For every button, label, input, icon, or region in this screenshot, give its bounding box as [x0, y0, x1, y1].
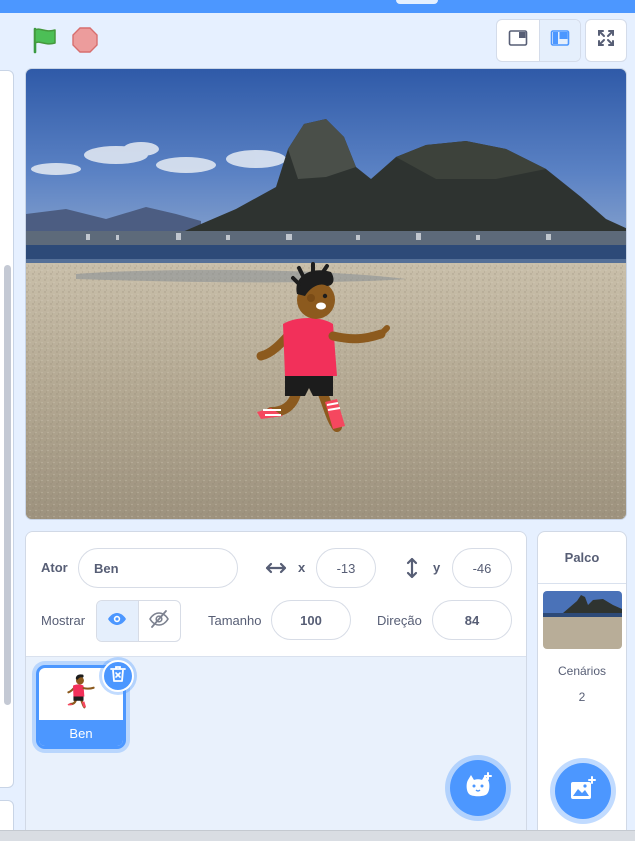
y-label: y [433, 560, 441, 575]
normal-stage-icon [550, 29, 570, 52]
sprite-tile-label: Ben [39, 720, 123, 746]
add-backdrop-button[interactable] [555, 763, 611, 819]
visibility-toggle [96, 600, 181, 642]
hide-sprite-button[interactable] [139, 601, 181, 641]
size-label: Tamanho [208, 613, 262, 628]
eye-icon [107, 612, 127, 631]
stage-canvas[interactable] [25, 68, 627, 520]
x-position-icon [264, 560, 288, 576]
stop-icon[interactable] [71, 26, 99, 54]
menu-tab[interactable] [396, 0, 438, 4]
show-sprite-button[interactable] [97, 601, 139, 641]
sprite-label: Ator [41, 560, 68, 575]
cat-plus-icon [463, 771, 493, 805]
stage-target-pane[interactable]: Palco Cenários 2 [537, 531, 627, 841]
x-label: x [298, 560, 306, 575]
add-sprite-button[interactable] [450, 760, 506, 816]
stage-panel-title: Palco [538, 532, 626, 584]
show-label: Mostrar [41, 613, 86, 628]
delete-sprite-button[interactable] [102, 660, 134, 692]
image-plus-icon [569, 775, 597, 807]
normal-stage-button[interactable] [538, 20, 580, 61]
direction-label: Direção [377, 613, 422, 628]
small-stage-button[interactable] [497, 20, 539, 61]
top-menu-bar [0, 0, 635, 13]
backdrop-thumbnail [543, 591, 622, 649]
y-position-icon [406, 556, 418, 580]
stage-backdrop-beach [26, 69, 626, 519]
green-flag-icon[interactable] [30, 26, 60, 54]
sprite-name-input[interactable]: Ben [78, 548, 238, 588]
stage-size-toggle [496, 19, 581, 62]
y-input[interactable]: -46 [452, 548, 512, 588]
backdrops-count: 2 [578, 690, 586, 704]
sprite-pane: Ator Ben x -13 y -46 Mostrar Tamanho 100… [25, 531, 527, 841]
sprite-info-bar: Ator Ben x -13 y -46 Mostrar Tamanho 100… [26, 532, 526, 657]
eye-hidden-icon [149, 609, 170, 633]
trash-icon [110, 665, 126, 688]
backdrops-label: Cenários [557, 664, 607, 678]
fullscreen-icon [597, 29, 615, 52]
x-input[interactable]: -13 [316, 548, 376, 588]
direction-input[interactable]: 84 [432, 600, 512, 640]
small-stage-icon [508, 29, 528, 52]
horizontal-scrollbar[interactable] [0, 830, 635, 841]
code-area-scrollbar[interactable] [4, 265, 11, 705]
fullscreen-button[interactable] [585, 19, 627, 62]
size-input[interactable]: 100 [271, 600, 351, 640]
